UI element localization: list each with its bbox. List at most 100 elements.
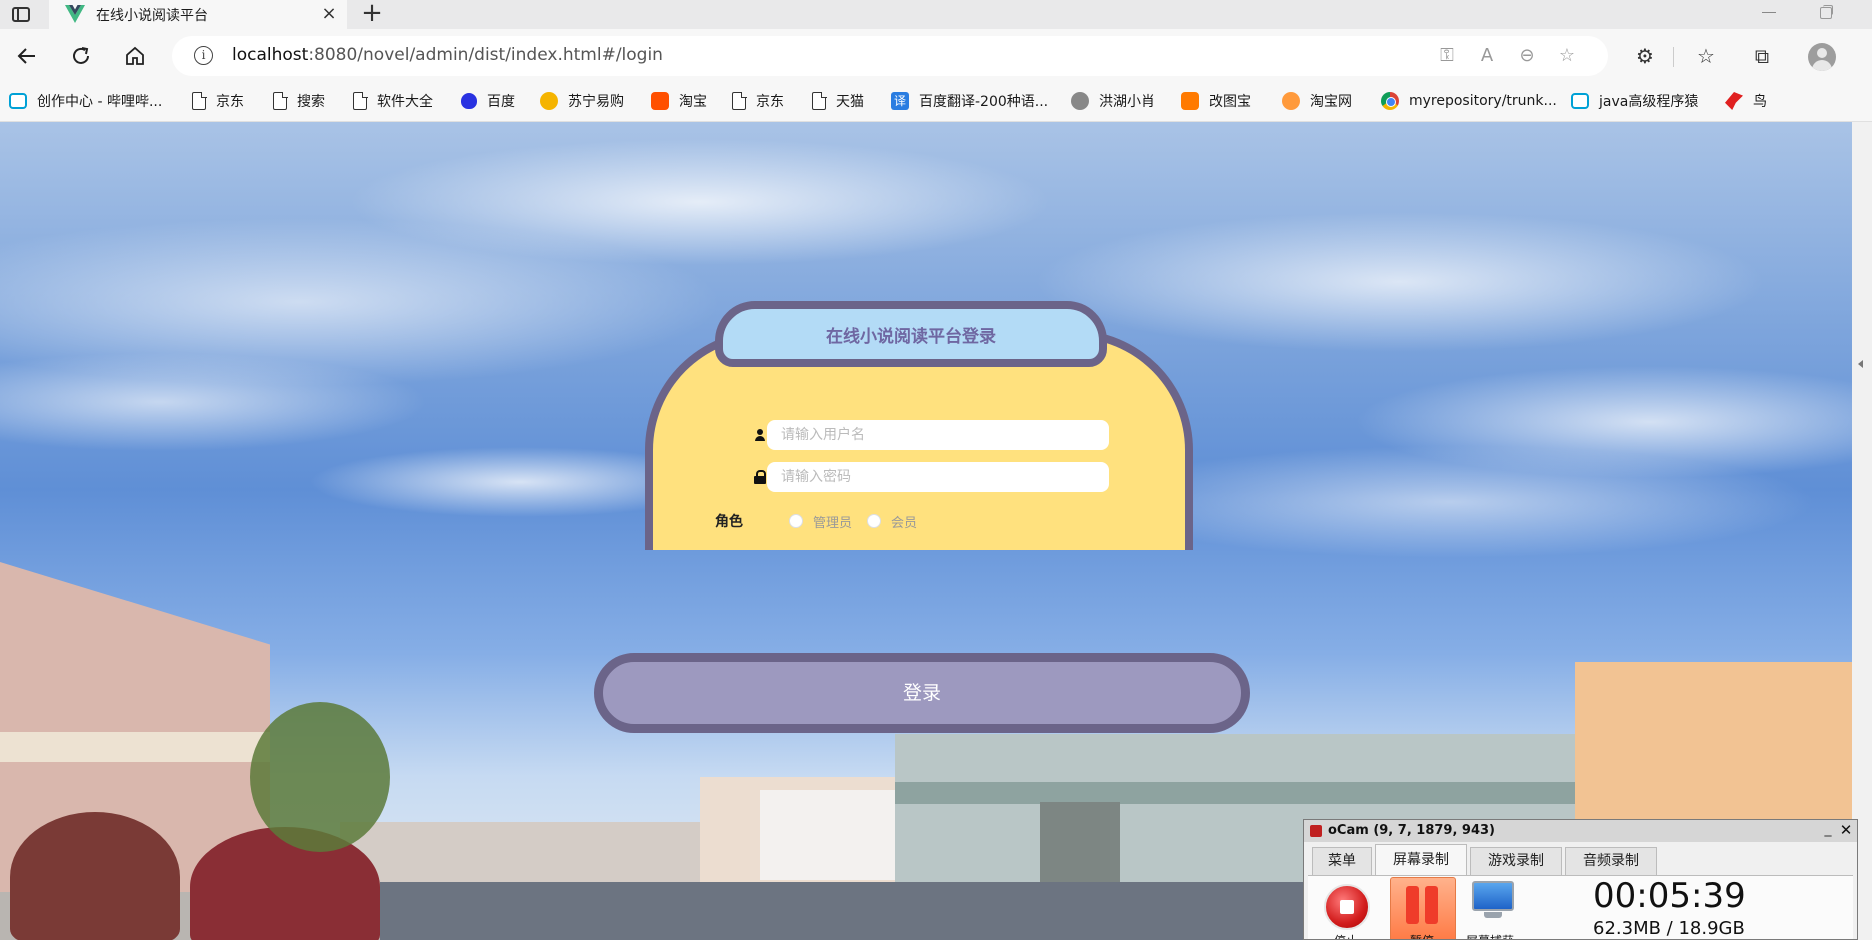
bookmark-item[interactable]: 苏宁易购 [540, 85, 624, 117]
recording-timer: 00:05:39 [1593, 876, 1746, 916]
bookmark-label: 百度 [487, 94, 515, 110]
password-row [653, 462, 1193, 492]
bookmarks-bar: 创作中心 - 哔哩哔... 京东 搜索 软件大全 百度 苏宁易购 淘宝 京东 天… [0, 85, 1872, 122]
info-icon[interactable]: i [194, 46, 213, 65]
bookmark-item[interactable]: myrepository/trunk... [1381, 85, 1557, 117]
background-building-door [760, 790, 900, 880]
background-building-stripe [0, 732, 270, 762]
address-bar[interactable]: i localhost:8080/novel/admin/dist/index.… [172, 36, 1608, 76]
bookmark-item[interactable]: 淘宝网 [1282, 85, 1352, 117]
bookmark-label: 京东 [756, 94, 784, 110]
bilibili-icon [9, 93, 27, 109]
bookmark-item[interactable]: 天猫 [812, 85, 864, 117]
restore-window-icon[interactable] [1812, 0, 1840, 26]
bookmark-label: 搜索 [297, 94, 325, 110]
username-input[interactable] [767, 420, 1109, 450]
role-label: 角色 [715, 514, 743, 530]
add-favorite-icon[interactable]: ☆ [1556, 45, 1578, 67]
scroll-arrow-icon[interactable] [1858, 360, 1863, 368]
ocam-tab-screen-record[interactable]: 屏幕录制 [1375, 844, 1467, 875]
baidu-icon [461, 93, 477, 109]
bookmark-item[interactable]: 京东 [192, 85, 244, 117]
ocam-tab-menu[interactable]: 菜单 [1312, 847, 1372, 875]
bookmark-item[interactable]: 淘宝 [651, 85, 707, 117]
browser-toolbar: i localhost:8080/novel/admin/dist/index.… [0, 29, 1872, 85]
screen-capture-icon[interactable] [1470, 881, 1516, 921]
bookmark-label: 天猫 [836, 94, 864, 110]
translate-icon: 译 [891, 92, 909, 110]
pause-label: 暂停 [1410, 932, 1434, 939]
login-title: 在线小说阅读平台登录 [826, 326, 996, 347]
zoom-out-icon[interactable]: ⊖ [1516, 45, 1538, 67]
bookmark-item[interactable]: 洪湖小肖 [1071, 85, 1155, 117]
bookmark-item[interactable]: 搜索 [273, 85, 325, 117]
tab-novel-login[interactable]: 在线小说阅读平台 × [49, 0, 347, 29]
toolbar-divider [1673, 47, 1674, 67]
login-button[interactable]: 登录 [594, 653, 1250, 733]
new-tab-button[interactable]: + [358, 0, 386, 28]
bird-icon [1725, 92, 1743, 110]
bookmark-label: java高级程序猿 [1599, 94, 1699, 110]
extensions-icon[interactable]: ⚙ [1631, 42, 1659, 70]
read-aloud-icon[interactable]: A [1476, 45, 1498, 67]
bookmark-label: myrepository/trunk... [1409, 93, 1557, 109]
bookmark-item[interactable]: 百度 [461, 85, 515, 117]
taobao-icon [1282, 92, 1300, 110]
tab-title: 在线小说阅读平台 [96, 8, 208, 24]
password-input[interactable] [767, 462, 1109, 492]
refresh-button[interactable] [66, 41, 96, 71]
home-button[interactable] [120, 41, 150, 71]
profile-avatar[interactable] [1808, 43, 1836, 71]
bookmark-label: 淘宝 [679, 94, 707, 110]
taobao-icon [651, 92, 669, 110]
home-icon [126, 46, 144, 65]
pause-record-icon[interactable] [1390, 877, 1456, 939]
ocam-titlebar[interactable]: oCam (9, 7, 1879, 943) _ ✕ [1304, 820, 1857, 842]
ocam-app-icon [1310, 825, 1322, 837]
lock-icon [753, 470, 767, 484]
bookmark-label: 百度翻译-200种语... [919, 94, 1049, 110]
bookmark-item[interactable]: 京东 [732, 85, 784, 117]
role-radio-admin[interactable] [789, 514, 803, 528]
stop-label: 停止 [1334, 932, 1358, 939]
ocam-tab-audio-record[interactable]: 音频录制 [1565, 847, 1657, 875]
bilibili-icon [1571, 93, 1589, 109]
role-radio-member[interactable] [867, 514, 881, 528]
bookmark-label: 创作中心 - 哔哩哔... [37, 94, 163, 110]
page-icon [273, 91, 288, 110]
page-scrollbar[interactable] [1852, 122, 1872, 940]
close-tab-icon[interactable]: × [317, 2, 341, 26]
key-icon[interactable]: ⚿ [1436, 45, 1458, 67]
role-option-admin-label[interactable]: 管理员 [813, 512, 852, 531]
tab-actions-button[interactable] [8, 4, 34, 26]
background-shrub [10, 812, 180, 940]
back-button[interactable] [12, 41, 42, 71]
collections-icon[interactable]: ⧉ [1748, 42, 1776, 70]
minimize-window-icon[interactable] [1755, 0, 1783, 26]
vue-logo-icon [65, 5, 85, 23]
background-building-stripe [895, 782, 1575, 804]
favorites-icon[interactable]: ☆ [1692, 42, 1720, 70]
bookmark-item[interactable]: 软件大全 [353, 85, 433, 117]
ocam-tab-game-record[interactable]: 游戏录制 [1470, 847, 1562, 875]
bookmark-label: 软件大全 [377, 94, 433, 110]
bookmark-item[interactable]: java高级程序猿 [1571, 85, 1698, 117]
background-tree [250, 702, 390, 852]
stop-record-icon[interactable] [1324, 884, 1370, 930]
suning-icon [540, 92, 558, 110]
page-icon [812, 91, 827, 110]
role-option-member-label[interactable]: 会员 [891, 512, 917, 531]
tab-strip: 在线小说阅读平台 × + [0, 0, 1872, 29]
bookmark-label: 洪湖小肖 [1099, 94, 1155, 110]
bookmark-label: 苏宁易购 [568, 94, 624, 110]
bookmark-item[interactable]: 译百度翻译-200种语... [891, 85, 1048, 117]
bookmark-label: 淘宝网 [1310, 94, 1352, 110]
bookmark-item[interactable]: 鸟 [1725, 85, 1767, 117]
chrome-icon [1381, 92, 1399, 110]
bookmark-item[interactable]: 改图宝 [1181, 85, 1251, 117]
page-icon [732, 91, 747, 110]
refresh-icon [73, 47, 89, 64]
bookmark-item[interactable]: 创作中心 - 哔哩哔... [9, 85, 162, 117]
ocam-close-icon[interactable]: ✕ [1838, 821, 1854, 839]
ocam-minimize-icon[interactable]: _ [1820, 821, 1836, 839]
